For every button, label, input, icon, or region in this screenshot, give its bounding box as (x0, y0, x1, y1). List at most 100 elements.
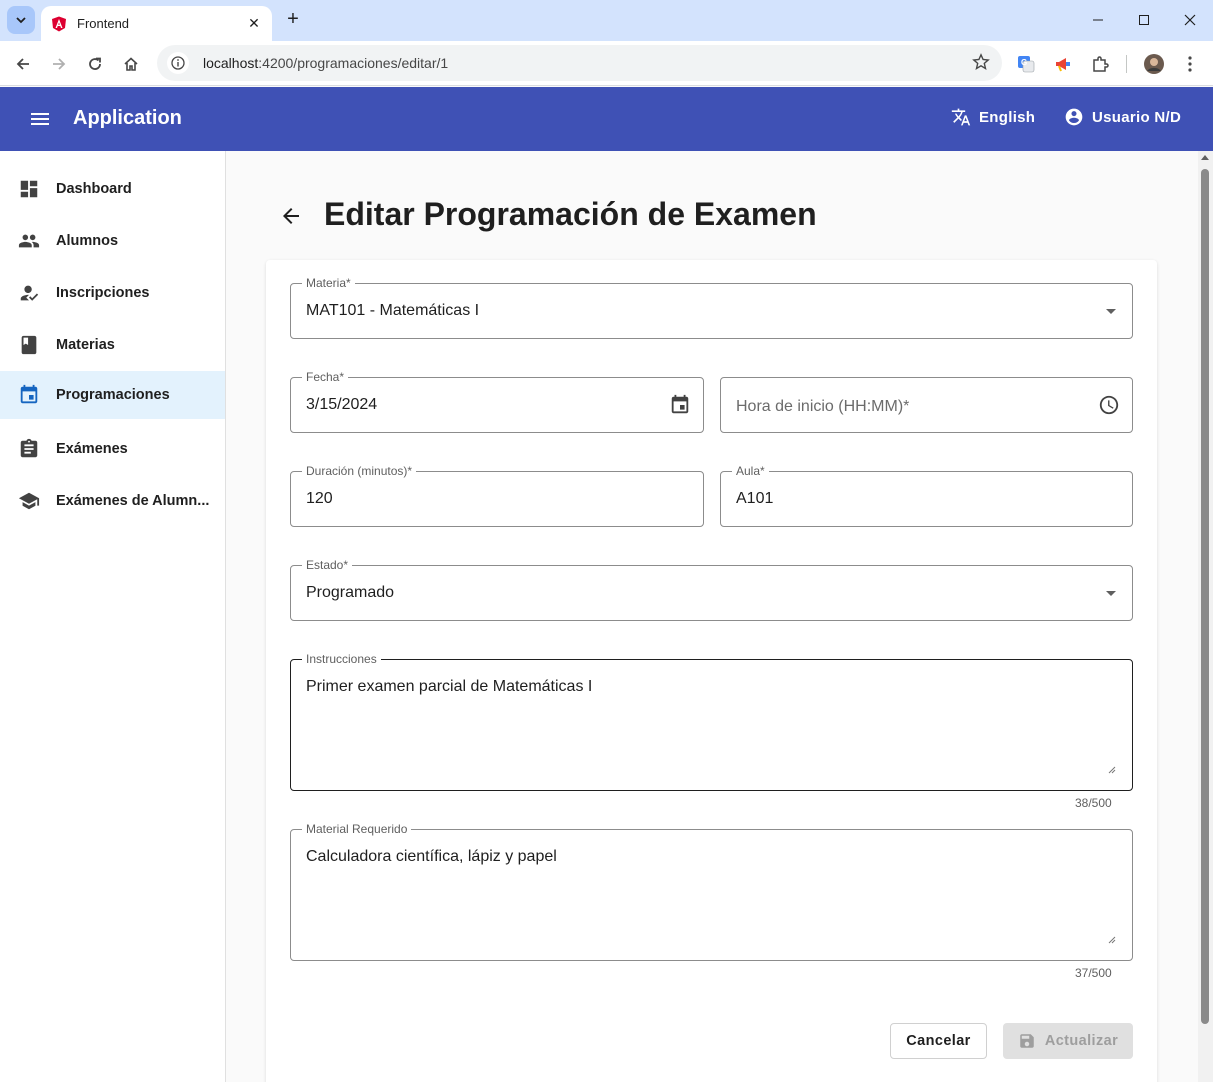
materia-value: MAT101 - Matemáticas I (306, 302, 480, 319)
how-to-reg-icon (20, 285, 39, 301)
scroll-up-arrow[interactable] (1201, 155, 1209, 160)
instrucciones-counter: 38/500 (1075, 796, 1112, 810)
material-counter: 37/500 (1075, 966, 1112, 980)
address-bar[interactable]: localhost:4200/programaciones/editar/1 (157, 45, 1002, 81)
browser-tab[interactable]: Frontend ✕ (41, 6, 272, 41)
cancel-button[interactable]: Cancelar (890, 1023, 987, 1059)
fecha-field[interactable]: Fecha* 3/15/2024 (290, 370, 704, 433)
instrucciones-value: Primer examen parcial de Matemáticas I (306, 678, 593, 695)
language-label: English (979, 108, 1036, 126)
google-translate-icon: G (1018, 56, 1035, 73)
arrow-right-icon (53, 58, 66, 70)
hora-inicio-placeholder: Hora de inicio (HH:MM)* (736, 398, 910, 415)
fecha-label: Fecha* (302, 370, 349, 384)
new-tab-button[interactable]: + (281, 8, 305, 32)
sidebar-item-programaciones[interactable]: Programaciones (0, 371, 225, 419)
estado-select[interactable]: Estado* Programado (290, 558, 1133, 621)
aula-label: Aula* (732, 464, 769, 478)
clock-icon[interactable] (1098, 394, 1120, 416)
url-text: localhost:4200/programaciones/editar/1 (203, 55, 449, 71)
material-label: Material Requerido (302, 822, 412, 836)
toolbar-divider (1126, 55, 1127, 73)
tab-search-button[interactable] (7, 6, 35, 34)
material-textarea[interactable]: Material Requerido Calculadora científic… (290, 822, 1133, 961)
profile-avatar[interactable] (1139, 49, 1169, 79)
dropdown-arrow-icon (1106, 309, 1116, 314)
sidebar-item-materias[interactable]: Materias (0, 321, 225, 369)
hora-inicio-field[interactable]: Hora de inicio (HH:MM)* (720, 377, 1133, 433)
duracion-field[interactable]: Duración (minutos)* 120 (290, 464, 704, 527)
instrucciones-textarea[interactable]: Instrucciones Primer examen parcial de M… (290, 652, 1133, 791)
aula-field[interactable]: Aula* A101 (720, 464, 1133, 527)
materia-label: Materia* (302, 276, 355, 290)
forward-nav-button[interactable] (44, 49, 74, 79)
browser-toolbar: localhost:4200/programaciones/editar/1 G (0, 41, 1213, 86)
page-title: Editar Programación de Examen (324, 196, 817, 232)
save-icon (1020, 1034, 1034, 1048)
back-arrow-icon[interactable] (279, 204, 303, 228)
cancel-label: Cancelar (906, 1033, 971, 1049)
resize-handle-icon[interactable] (1108, 936, 1116, 944)
arrow-left-icon (16, 58, 29, 70)
avatar-icon (1144, 54, 1164, 74)
chevron-down-icon (16, 17, 26, 24)
sidebar-item-examenes[interactable]: Exámenes (0, 425, 225, 473)
calendar-picker-icon[interactable] (669, 394, 691, 416)
maximize-button[interactable] (1121, 0, 1167, 40)
book-icon (21, 335, 37, 355)
resize-handle-icon[interactable] (1108, 766, 1116, 774)
material-value: Calculadora científica, lápiz y papel (306, 848, 557, 865)
angular-logo-icon (52, 16, 66, 31)
account-circle-icon (1065, 108, 1083, 126)
bookmark-star-icon[interactable] (972, 53, 990, 71)
reload-button[interactable] (80, 49, 110, 79)
dropdown-arrow-icon (1106, 591, 1116, 596)
more-vert-icon (1188, 56, 1192, 72)
extensions-button[interactable] (1085, 49, 1115, 79)
app-title: Application (73, 107, 182, 129)
close-window-button[interactable] (1167, 0, 1213, 40)
home-button[interactable] (116, 49, 146, 79)
sidebar-item-alumnos[interactable]: Alumnos (0, 217, 225, 265)
minimize-button[interactable] (1075, 0, 1121, 40)
sidebar-item-inscripciones[interactable]: Inscripciones (0, 269, 225, 317)
aula-value: A101 (736, 490, 774, 507)
browser-menu-button[interactable] (1175, 49, 1205, 79)
tab-close-icon[interactable]: ✕ (246, 15, 262, 32)
close-icon (1184, 14, 1196, 26)
update-label: Actualizar (1044, 1033, 1119, 1049)
reload-icon (89, 57, 101, 70)
duracion-label: Duración (minutos)* (302, 464, 417, 478)
megaphone-icon (1056, 58, 1070, 72)
svg-text:G: G (1021, 58, 1027, 67)
people-icon (18, 234, 40, 248)
browser-tabstrip: Frontend ✕ + (0, 0, 1213, 41)
user-menu-button[interactable]: Usuario N/D (1064, 107, 1181, 127)
language-button[interactable]: English (951, 107, 1035, 127)
calendar-icon (20, 384, 38, 404)
translate-icon (951, 108, 971, 126)
estado-value: Programado (306, 584, 395, 601)
tab-title: Frontend (77, 16, 130, 31)
update-button[interactable]: Actualizar (1003, 1023, 1133, 1059)
menu-icon[interactable] (30, 112, 50, 126)
fecha-value: 3/15/2024 (306, 396, 378, 413)
duracion-value: 120 (306, 490, 333, 507)
sidebar-item-examenes-alumnos[interactable]: Exámenes de Alumn... (0, 477, 225, 525)
site-info-icon[interactable] (167, 52, 189, 74)
sidebar-item-dashboard[interactable]: Dashboard (0, 165, 225, 213)
materia-select[interactable]: Materia* MAT101 - Matemáticas I (290, 276, 1133, 339)
home-icon (124, 57, 138, 71)
assignment-icon (20, 438, 38, 458)
estado-label: Estado* (302, 558, 353, 572)
megaphone-extension-button[interactable] (1048, 49, 1078, 79)
dashboard-icon (20, 180, 38, 198)
sidebar: Dashboard Alumnos Inscripciones Materias… (0, 151, 226, 1082)
translate-extension-button[interactable]: G (1011, 49, 1041, 79)
scrollbar-thumb[interactable] (1201, 169, 1209, 1024)
school-icon (18, 492, 40, 510)
back-nav-button[interactable] (8, 49, 38, 79)
app-toolbar: Application English Usuario N/D (0, 87, 1213, 151)
puzzle-icon (1093, 56, 1109, 72)
page-scrollbar[interactable] (1198, 151, 1213, 1082)
